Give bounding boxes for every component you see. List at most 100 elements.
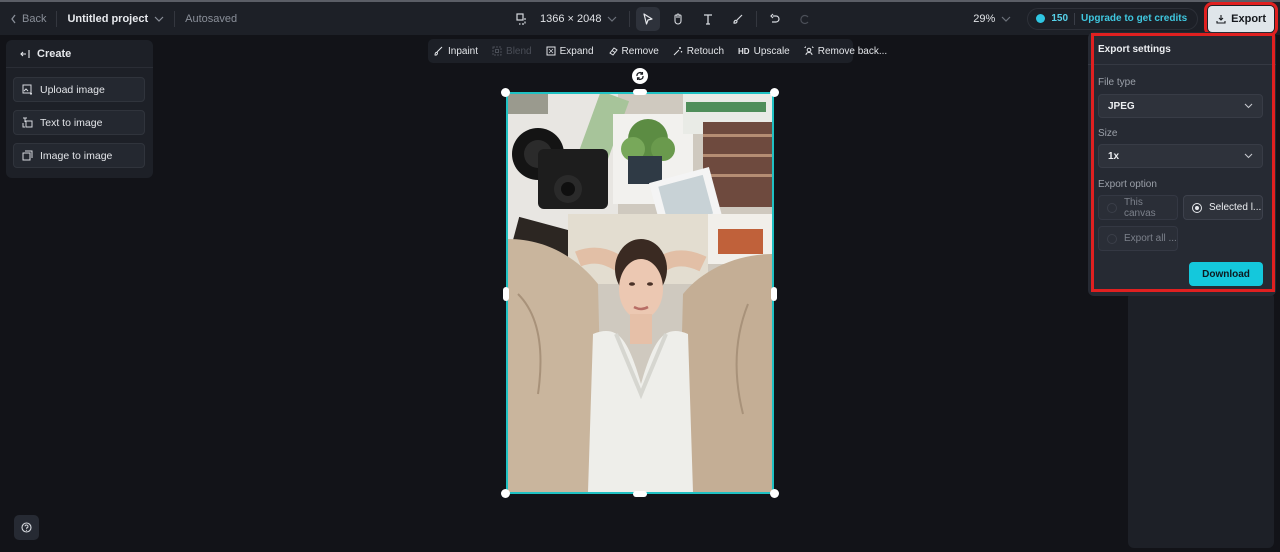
remove-label: Remove	[621, 45, 659, 57]
resize-handle-bottom-right[interactable]	[770, 489, 779, 498]
save-status: Autosaved	[185, 12, 238, 25]
divider	[174, 10, 176, 27]
text-icon	[704, 13, 713, 25]
file-type-select[interactable]: JPEG	[1098, 94, 1263, 118]
question-circle-icon	[21, 522, 32, 533]
option-label: Selected l...	[1209, 202, 1262, 213]
export-option-this-canvas[interactable]: This canvas	[1098, 195, 1178, 220]
inpaint-button[interactable]: Inpaint	[434, 46, 478, 57]
upscale-button[interactable]: HD Upscale	[738, 46, 790, 57]
divider	[629, 10, 631, 27]
radio-icon	[1107, 202, 1117, 213]
upload-image-icon	[22, 84, 32, 95]
resize-handle-top[interactable]	[633, 89, 647, 95]
option-label: Export all ...	[1124, 233, 1177, 244]
upgrade-label: Upgrade to get credits	[1081, 13, 1188, 24]
undo-icon	[770, 13, 781, 23]
retouch-button[interactable]: Retouch	[673, 46, 724, 57]
expand-label: Expand	[559, 45, 594, 57]
brush-tool-button[interactable]	[726, 7, 750, 31]
download-icon	[1216, 14, 1226, 24]
divider	[1088, 64, 1276, 65]
file-type-value: JPEG	[1108, 100, 1135, 112]
top-bar: Back Untitled project Autosaved 1366 × 2…	[0, 1, 1280, 36]
inpaint-icon	[434, 46, 443, 56]
chevron-left-icon	[11, 14, 16, 23]
file-type-label: File type	[1098, 77, 1136, 88]
remove-background-button[interactable]: Remove back...	[804, 46, 887, 57]
chevron-down-icon	[154, 16, 164, 22]
size-value: 1x	[1108, 150, 1120, 162]
export-label: Export	[1231, 12, 1266, 25]
hd-icon: HD	[738, 46, 750, 56]
redo-icon	[800, 14, 809, 24]
select-tool-button[interactable]	[636, 6, 661, 31]
redo-button[interactable]	[793, 7, 817, 31]
inpaint-label: Inpaint	[448, 45, 479, 57]
photo-content	[508, 94, 772, 492]
project-title-dropdown[interactable]: Untitled project	[67, 13, 164, 25]
cursor-arrow-icon	[643, 12, 654, 25]
export-option-selected-layers[interactable]: Selected l...	[1183, 195, 1263, 220]
text-to-image-button[interactable]: Text to image	[13, 110, 145, 135]
image-to-image-icon	[22, 150, 33, 161]
back-button[interactable]: Back	[10, 13, 46, 25]
upscale-label: Upscale	[753, 45, 790, 57]
size-select[interactable]: 1x	[1098, 144, 1263, 168]
create-panel-header[interactable]: Create	[6, 40, 153, 68]
expand-icon	[546, 46, 556, 56]
credits-upgrade-button[interactable]: 150 Upgrade to get credits	[1027, 7, 1199, 30]
size-label: Size	[1098, 128, 1118, 139]
resize-canvas-button[interactable]	[510, 7, 534, 31]
chevron-down-icon	[1244, 153, 1253, 159]
download-button[interactable]: Download	[1189, 262, 1263, 286]
blend-button[interactable]: Blend	[492, 46, 532, 57]
eraser-icon	[608, 47, 618, 56]
back-label: Back	[22, 12, 47, 25]
undo-button[interactable]	[763, 7, 787, 31]
resize-handle-bottom[interactable]	[633, 491, 647, 497]
credits-count: 150	[1051, 13, 1069, 24]
canvas-size: 1366 × 2048	[540, 12, 602, 25]
export-button[interactable]: Export	[1204, 1, 1278, 36]
export-option-export-all[interactable]: Export all ...	[1098, 226, 1178, 251]
hand-icon	[674, 12, 683, 25]
create-title: Create	[37, 47, 72, 60]
project-title: Untitled project	[67, 12, 149, 25]
chevron-down-icon	[1244, 103, 1253, 109]
divider	[56, 10, 58, 27]
remove-background-icon	[804, 46, 814, 56]
blend-icon	[492, 46, 502, 56]
chevron-down-icon	[608, 16, 617, 22]
canvas-photo[interactable]	[506, 92, 774, 494]
rotate-handle[interactable]	[632, 68, 648, 84]
magic-wand-icon	[673, 47, 682, 56]
resize-handle-right[interactable]	[771, 287, 777, 301]
zoom-dropdown[interactable]: 29%	[973, 13, 1011, 25]
retouch-label: Retouch	[686, 45, 725, 57]
help-button[interactable]	[14, 515, 39, 540]
divider	[756, 10, 758, 27]
image-to-image-button[interactable]: Image to image	[13, 143, 145, 168]
expand-button[interactable]: Expand	[546, 46, 594, 57]
radio-selected-icon	[1192, 202, 1202, 213]
text-tool-button[interactable]	[696, 7, 720, 31]
resize-handle-top-right[interactable]	[770, 88, 779, 97]
resize-handle-left[interactable]	[503, 287, 509, 301]
canvas-size-dropdown[interactable]: 1366 × 2048	[540, 13, 617, 25]
radio-icon	[1107, 233, 1117, 244]
properties-panel	[1128, 292, 1274, 548]
hand-tool-button[interactable]	[666, 7, 690, 31]
chevron-down-icon	[1001, 16, 1011, 22]
upload-image-button[interactable]: Upload image	[13, 77, 145, 102]
upload-image-label: Upload image	[40, 83, 105, 96]
export-settings-panel: Export settings File type JPEG Size 1x E…	[1088, 32, 1276, 296]
zoom-level: 29%	[973, 12, 996, 25]
resize-handle-top-left[interactable]	[501, 88, 510, 97]
resize-handle-bottom-left[interactable]	[501, 489, 510, 498]
export-option-label: Export option	[1098, 179, 1157, 190]
remove-background-label: Remove back...	[817, 45, 888, 57]
resize-icon	[516, 12, 526, 25]
brush-icon	[733, 14, 743, 24]
remove-button[interactable]: Remove	[608, 46, 659, 57]
